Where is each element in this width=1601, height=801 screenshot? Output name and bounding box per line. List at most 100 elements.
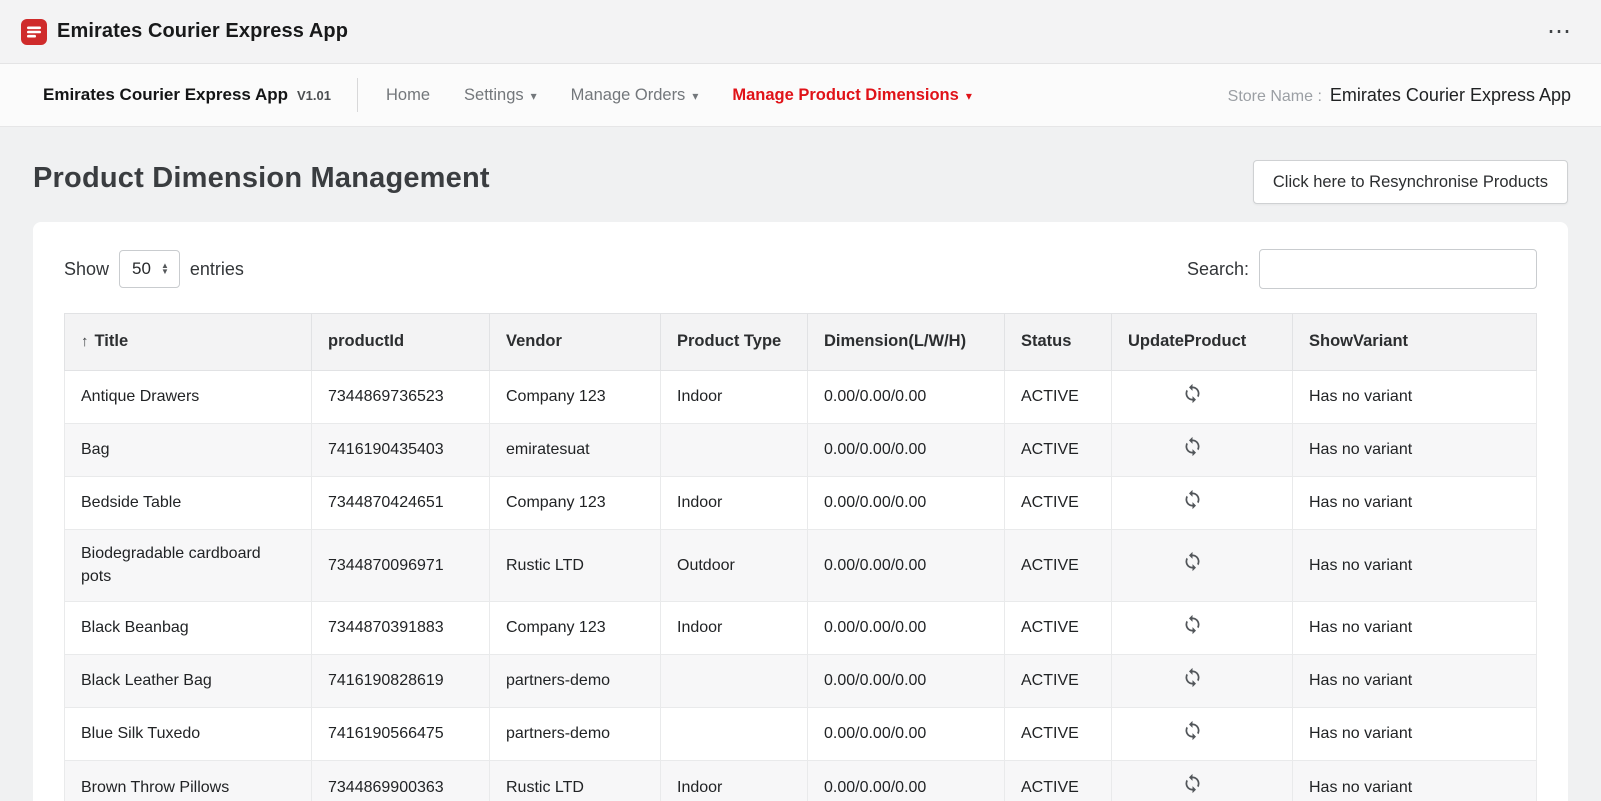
nav-item-manage-product-dimensions-label: Manage Product Dimensions	[732, 85, 959, 104]
main-content: Product Dimension Management Click here …	[0, 160, 1601, 801]
store-name-value: Emirates Courier Express App	[1329, 84, 1571, 105]
cell-title: Biodegradable cardboard pots	[64, 529, 312, 602]
cell-title: Blue Silk Tuxedo	[64, 706, 312, 762]
nav-item-home[interactable]: Home	[386, 86, 430, 105]
nav-item-settings[interactable]: Settings ▾	[464, 86, 537, 105]
search-control: Search:	[1187, 249, 1537, 289]
cell-show-variant: Has no variant	[1292, 600, 1537, 655]
select-arrows-icon: ▲ ▼	[160, 261, 169, 276]
column-header-status[interactable]: Status	[1004, 313, 1112, 371]
sync-icon[interactable]	[1182, 383, 1203, 404]
cell-show-variant: Has no variant	[1292, 369, 1537, 424]
navbar-version: V1.01	[297, 87, 331, 103]
entries-length-control: Show 50 ▲ ▼ entries	[64, 250, 244, 288]
cell-update-product	[1111, 422, 1293, 477]
cell-title: Bedside Table	[64, 475, 312, 531]
column-header-productid[interactable]: productId	[311, 313, 490, 371]
sync-icon[interactable]	[1182, 551, 1203, 572]
column-header-product-type[interactable]: Product Type	[660, 313, 808, 371]
cell-update-product	[1111, 475, 1293, 531]
column-header-show-variant[interactable]: ShowVariant	[1292, 313, 1537, 371]
chevron-down-icon: ▾	[692, 89, 699, 103]
cell-product-id: 7416190566475	[311, 706, 490, 762]
cell-status: ACTIVE	[1004, 529, 1112, 602]
cell-product-id: 7416190435403	[311, 422, 490, 477]
column-header-dimension[interactable]: Dimension(L/W/H)	[807, 313, 1005, 371]
cell-title: Antique Drawers	[64, 369, 312, 424]
store-name-label: Store Name :	[1227, 87, 1322, 105]
sync-icon[interactable]	[1182, 489, 1203, 510]
cell-product-id: 7344870424651	[311, 475, 490, 531]
table-row: Black Beanbag 7344870391883 Company 123 …	[64, 600, 1537, 655]
cell-title: Brown Throw Pillows	[64, 760, 312, 801]
cell-dimension: 0.00/0.00/0.00	[807, 706, 1005, 762]
nav-divider	[357, 78, 358, 112]
navbar-brand: Emirates Courier Express App	[43, 85, 289, 104]
column-header-title[interactable]: ↑ Title	[64, 313, 312, 371]
store-name-area: Store Name : Emirates Courier Express Ap…	[1228, 85, 1571, 106]
cell-title: Black Beanbag	[64, 600, 312, 655]
column-header-update-product[interactable]: UpdateProduct	[1111, 313, 1293, 371]
table-row: Biodegradable cardboard pots 73448700969…	[64, 529, 1537, 602]
cell-product-type: Outdoor	[660, 529, 808, 602]
table-row: Bedside Table 7344870424651 Company 123 …	[64, 475, 1537, 531]
page-title: Product Dimension Management	[33, 162, 490, 194]
cell-show-variant: Has no variant	[1292, 653, 1537, 708]
sync-icon[interactable]	[1182, 614, 1203, 635]
navbar-left: Emirates Courier Express App V1.01 Home …	[43, 78, 1006, 112]
table-controls: Show 50 ▲ ▼ entries Search:	[64, 249, 1537, 289]
app-title: Emirates Courier Express App	[57, 20, 349, 42]
sync-icon[interactable]	[1182, 667, 1203, 688]
cell-update-product	[1111, 600, 1293, 655]
sync-icon[interactable]	[1182, 773, 1203, 794]
cell-product-type: Indoor	[660, 369, 808, 424]
cell-show-variant: Has no variant	[1292, 529, 1537, 602]
table-row: Brown Throw Pillows 7344869900363 Rustic…	[64, 760, 1537, 801]
cell-status: ACTIVE	[1004, 422, 1112, 477]
cell-show-variant: Has no variant	[1292, 475, 1537, 531]
overflow-menu-icon[interactable]: ⋯	[1541, 16, 1577, 48]
entries-label: entries	[189, 258, 244, 279]
cell-dimension: 0.00/0.00/0.00	[807, 600, 1005, 655]
cell-vendor: Rustic LTD	[489, 529, 661, 602]
table-row: Antique Drawers 7344869736523 Company 12…	[64, 369, 1537, 424]
cell-product-type	[660, 706, 808, 762]
nav-item-home-label: Home	[386, 85, 431, 104]
nav-item-manage-product-dimensions[interactable]: Manage Product Dimensions ▾	[732, 86, 972, 105]
page-head: Product Dimension Management Click here …	[33, 160, 1568, 204]
table-body: Antique Drawers 7344869736523 Company 12…	[64, 369, 1537, 801]
sync-icon[interactable]	[1182, 720, 1203, 741]
topbar-left: Emirates Courier Express App	[21, 18, 349, 45]
cell-vendor: partners-demo	[489, 653, 661, 708]
search-input[interactable]	[1259, 249, 1537, 289]
table-row: Black Leather Bag 7416190828619 partners…	[64, 653, 1537, 708]
cell-product-id: 7344869900363	[311, 760, 490, 801]
show-label: Show	[64, 258, 110, 279]
cell-status: ACTIVE	[1004, 600, 1112, 655]
search-label: Search:	[1186, 258, 1249, 279]
cell-dimension: 0.00/0.00/0.00	[807, 653, 1005, 708]
cell-title: Black Leather Bag	[64, 653, 312, 708]
cell-dimension: 0.00/0.00/0.00	[807, 422, 1005, 477]
resync-products-button[interactable]: Click here to Resynchronise Products	[1252, 160, 1568, 204]
cell-update-product	[1111, 706, 1293, 762]
sync-icon[interactable]	[1182, 436, 1203, 457]
cell-status: ACTIVE	[1004, 653, 1112, 708]
cell-show-variant: Has no variant	[1292, 706, 1537, 762]
cell-product-id: 7344869736523	[311, 369, 490, 424]
column-header-vendor[interactable]: Vendor	[489, 313, 661, 371]
cell-vendor: Company 123	[489, 600, 661, 655]
cell-update-product	[1111, 369, 1293, 424]
entries-select-value: 50	[132, 259, 151, 278]
entries-select[interactable]: 50 ▲ ▼	[119, 250, 180, 288]
cell-update-product	[1111, 529, 1293, 602]
table-row: Bag 7416190435403 emiratesuat 0.00/0.00/…	[64, 422, 1537, 477]
cell-dimension: 0.00/0.00/0.00	[807, 760, 1005, 801]
nav-item-manage-orders[interactable]: Manage Orders ▾	[571, 86, 699, 105]
navbar: Emirates Courier Express App V1.01 Home …	[0, 64, 1601, 127]
table-card: Show 50 ▲ ▼ entries Search: ↑ Title prod…	[33, 222, 1568, 801]
cell-show-variant: Has no variant	[1292, 422, 1537, 477]
topbar: Emirates Courier Express App ⋯	[0, 0, 1601, 64]
cell-status: ACTIVE	[1004, 475, 1112, 531]
cell-product-id: 7344870391883	[311, 600, 490, 655]
